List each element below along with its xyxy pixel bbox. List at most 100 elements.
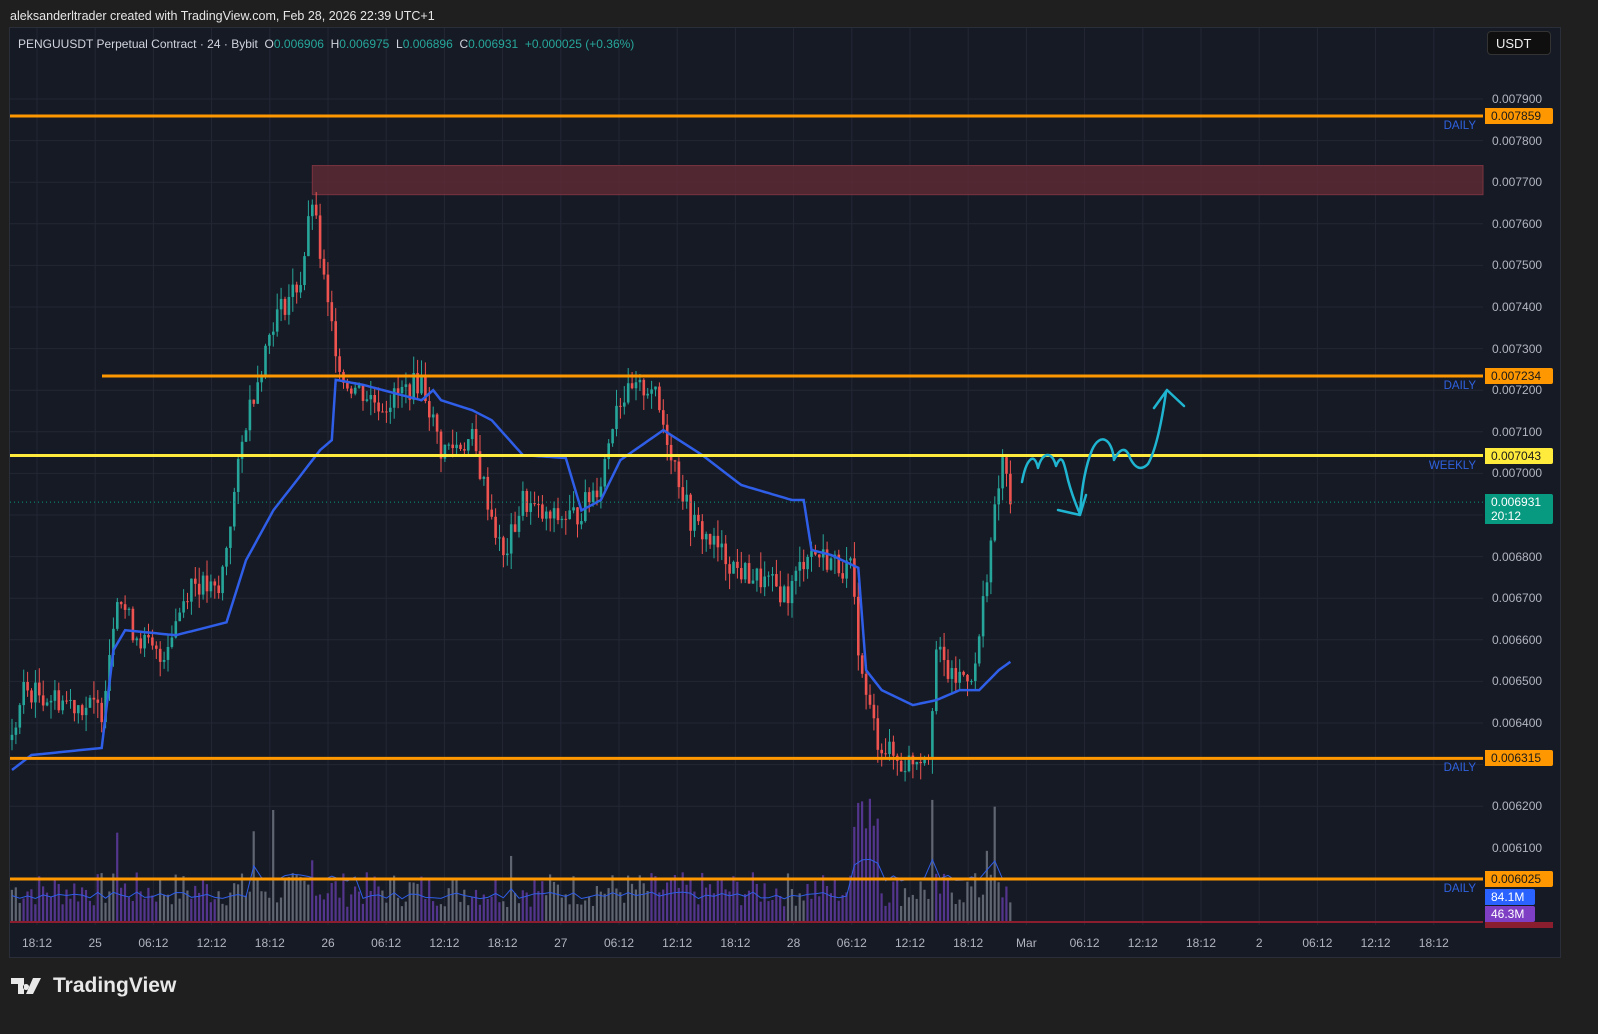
moving-average-line xyxy=(11,378,1012,771)
candle-body xyxy=(790,580,794,604)
volume-bar xyxy=(182,876,185,922)
candle-body xyxy=(654,386,657,390)
candle-body xyxy=(658,386,661,411)
candle-body xyxy=(685,494,688,502)
candle-body xyxy=(353,387,357,394)
volume-bar xyxy=(30,889,33,922)
candle-body xyxy=(84,707,88,716)
volume-bar xyxy=(970,886,973,922)
volume-bar xyxy=(120,887,123,922)
volume-bar xyxy=(318,894,322,922)
candle-body xyxy=(681,487,685,502)
candle-body xyxy=(470,429,474,440)
price-axis-label: 0.007500 xyxy=(1492,258,1543,273)
candle-body xyxy=(197,583,201,595)
volume-bar xyxy=(467,905,470,922)
price-axis-label: 0.007000 xyxy=(1492,466,1543,481)
candle-body xyxy=(513,524,517,532)
volume-bar xyxy=(439,904,442,922)
candle-body xyxy=(857,596,860,656)
currency-button[interactable]: USDT xyxy=(1487,31,1551,55)
candle-body xyxy=(41,695,45,706)
time-axis-label: 06:12 xyxy=(1302,936,1333,950)
time-axis-label: 18:12 xyxy=(1185,936,1217,950)
volume-bar xyxy=(10,889,13,922)
volume-bar xyxy=(911,894,914,922)
open-value: 0.006906 xyxy=(273,37,324,51)
candle-body xyxy=(724,543,727,565)
candle-body xyxy=(45,702,49,706)
candle-body xyxy=(985,582,989,597)
volume-bar xyxy=(919,881,922,922)
candle-body xyxy=(299,285,302,293)
candle-body xyxy=(537,504,540,506)
candle-body xyxy=(30,690,33,703)
candle-body xyxy=(474,429,478,452)
volume-bar xyxy=(845,892,848,922)
volume-bar xyxy=(159,879,162,922)
candle-body xyxy=(233,491,236,527)
volume-bar xyxy=(642,883,645,922)
volume-bar xyxy=(966,881,969,922)
volume-bar xyxy=(974,873,977,922)
candle-body xyxy=(794,570,798,581)
candle-body xyxy=(377,402,380,412)
volume-bar xyxy=(18,902,21,922)
price-axis-label: 0.007600 xyxy=(1492,216,1543,231)
candle-body xyxy=(782,586,786,603)
candle-body xyxy=(962,671,965,675)
candle-body xyxy=(872,704,876,719)
volume-bar xyxy=(997,882,1000,922)
candle-body xyxy=(275,309,279,332)
volume-bar xyxy=(361,903,364,922)
volume-bar xyxy=(521,890,524,922)
volume-bar xyxy=(962,902,965,922)
volume-bar xyxy=(993,806,996,922)
volume-bar xyxy=(389,879,392,922)
volume-bar xyxy=(357,891,361,922)
time-axis-label: 12:12 xyxy=(196,936,227,950)
volume-bar xyxy=(708,884,712,922)
volume-bar xyxy=(123,883,127,922)
candle-body xyxy=(810,550,813,557)
candle-body xyxy=(264,345,267,375)
candle-body xyxy=(935,649,938,712)
candle-body xyxy=(178,612,181,622)
volume-bar xyxy=(705,887,708,922)
volume-bar xyxy=(174,874,177,922)
volume-bar xyxy=(14,887,17,922)
volume-bar xyxy=(272,809,275,922)
volume-bar xyxy=(892,881,895,922)
candle-body xyxy=(279,298,283,310)
candle-body xyxy=(708,533,712,545)
tradingview-logo[interactable]: TradingView xyxy=(11,974,176,998)
symbol-legend: PENGUUSDT Perpetual Contract · 24 · Bybi… xyxy=(18,37,634,51)
price-axis-label: 0.007300 xyxy=(1492,341,1543,356)
volume-bar xyxy=(354,886,357,922)
volume-bar xyxy=(588,896,591,922)
candle-body xyxy=(634,382,638,389)
symbol-name[interactable]: PENGUUSDT Perpetual Contract · 24 · Bybi… xyxy=(18,37,258,51)
volume-bar xyxy=(385,902,388,922)
volume-bar xyxy=(537,891,540,922)
candle-body xyxy=(252,399,256,404)
candle-body xyxy=(720,543,724,548)
price-chart[interactable] xyxy=(0,0,1598,1034)
candle-body xyxy=(53,690,57,701)
volume-bar xyxy=(716,880,719,922)
candle-body xyxy=(919,761,922,764)
candle-body xyxy=(295,284,298,293)
candle-body xyxy=(771,574,774,576)
candle-body xyxy=(502,537,505,556)
volume-bar xyxy=(377,886,380,922)
candle-body xyxy=(970,681,973,683)
price-axis-label: 0.006100 xyxy=(1492,840,1543,855)
candle-body xyxy=(954,668,958,683)
candle-body xyxy=(283,298,287,315)
volume-bar xyxy=(767,901,770,922)
volume-bar xyxy=(529,906,532,922)
candle-body xyxy=(268,334,271,346)
candle-body xyxy=(190,578,193,602)
price-axis-label: 0.007900 xyxy=(1492,92,1543,106)
volume-bar xyxy=(927,898,930,922)
